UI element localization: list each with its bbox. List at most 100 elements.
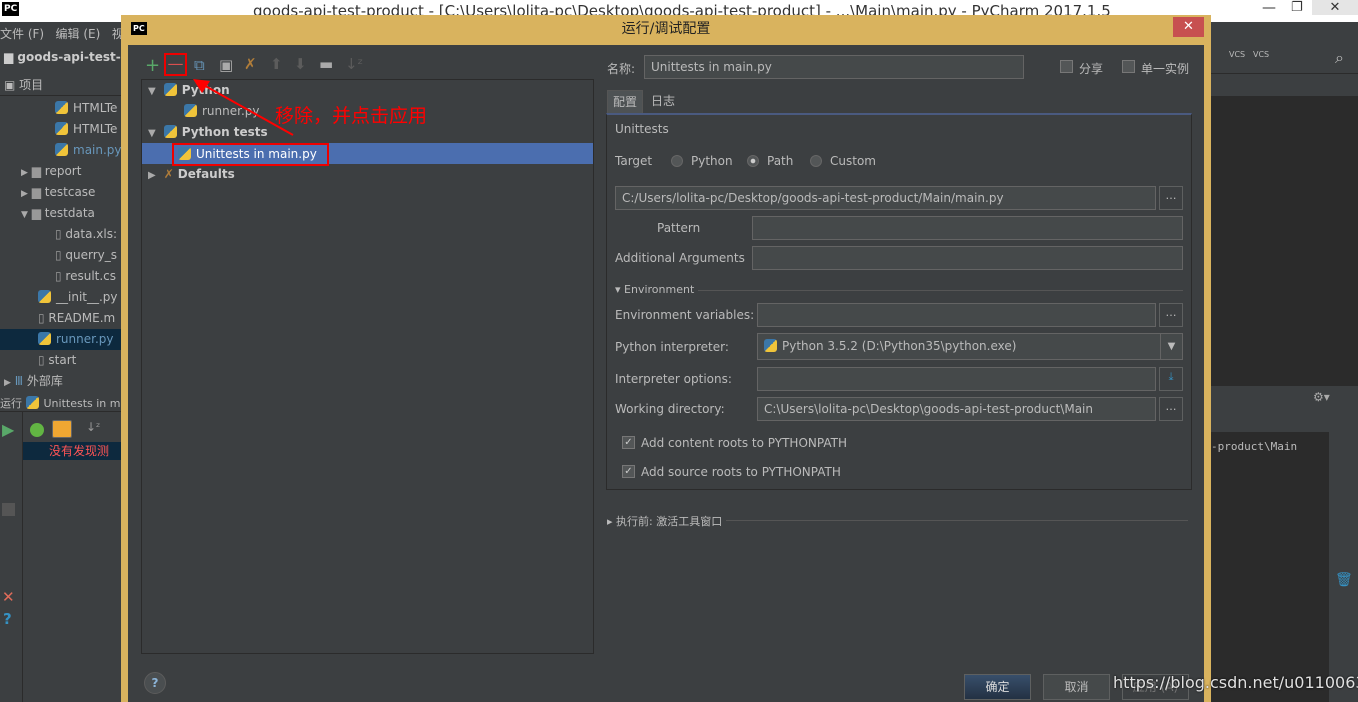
content-roots-label: Add content roots to PYTHONPATH	[641, 436, 847, 450]
environment-toggle[interactable]: ▾ Environment	[615, 283, 694, 296]
project-tab[interactable]: ▣ 项目	[0, 74, 121, 96]
project-tree-item[interactable]: ▯ README.m	[38, 308, 115, 329]
remove-config-icon[interactable]: —	[164, 53, 187, 76]
vcs-update-icon[interactable]: VCS	[1229, 50, 1245, 59]
project-tree-item[interactable]: ▯ querry_s	[55, 245, 117, 266]
pattern-input[interactable]	[752, 216, 1183, 240]
args-input[interactable]	[752, 246, 1183, 270]
annotation-text: 移除，并点击应用	[275, 105, 428, 127]
ok-button[interactable]: 确定	[964, 674, 1031, 700]
move-down-icon[interactable]: ⬇	[294, 55, 307, 73]
sort-alpha-icon[interactable]: ↓ᶻ	[86, 420, 100, 434]
workdir-input[interactable]: C:\Users\lolita-pc\Desktop\goods-api-tes…	[757, 397, 1156, 421]
target-python-radio[interactable]: Python	[671, 154, 733, 168]
menu-view[interactable]: 视	[112, 27, 121, 41]
wrench-icon: ✗	[163, 167, 174, 181]
wrench-icon[interactable]: ✗	[244, 55, 257, 73]
file-icon: ▯	[55, 248, 66, 262]
before-launch-toggle[interactable]: ▸ 执行前: 激活工具窗口	[607, 513, 722, 529]
python-icon	[163, 83, 177, 96]
menu-edit[interactable]: 编辑 (E)	[56, 27, 101, 41]
settings-gear-icon[interactable]: ⚙▾	[1313, 390, 1330, 404]
env-vars-input[interactable]	[757, 303, 1156, 327]
config-tree-item[interactable]: Unittests in main.py	[142, 143, 593, 166]
move-up-icon[interactable]: ⬆	[270, 55, 283, 73]
project-tree-item[interactable]: HTMLTe	[55, 119, 117, 140]
help-run-icon[interactable]: ?	[3, 610, 12, 628]
add-config-icon[interactable]: +	[145, 55, 160, 76]
env-vars-button[interactable]: …	[1159, 303, 1183, 327]
python-icon	[178, 147, 191, 160]
project-tree-item[interactable]: ▯ result.cs	[55, 266, 116, 287]
dropdown-arrow-icon[interactable]: ▼	[1160, 334, 1182, 359]
file-icon: ▯	[55, 269, 66, 283]
expand-arrow-icon[interactable]: ▶	[21, 189, 28, 199]
expand-arrow-icon[interactable]: ▼	[148, 86, 156, 97]
sort-icon[interactable]: ↓ᶻ	[345, 55, 363, 73]
target-path-radio[interactable]: Path	[747, 154, 793, 168]
project-tree-item[interactable]: __init__.py	[38, 287, 118, 308]
project-panel: ▆ goods-api-test-p ▣ 项目 HTMLTe HTMLTe main…	[0, 46, 121, 396]
minimize-button[interactable]: —	[1262, 0, 1276, 16]
copy-config-icon[interactable]: ⧉	[194, 56, 205, 74]
interpreter-select[interactable]: Python 3.5.2 (D:\Python35\python.exe) ▼	[757, 333, 1183, 360]
source-roots-label: Add source roots to PYTHONPATH	[641, 465, 841, 479]
project-tree-item[interactable]: ▼ ▆ testdata	[21, 203, 95, 224]
project-tree-item[interactable]: HTMLTe	[55, 98, 117, 119]
help-button[interactable]: ?	[144, 672, 166, 694]
project-tree-item[interactable]: ▯ data.xls:	[55, 224, 117, 245]
project-tree-item[interactable]: ▶ ▆ report	[21, 161, 81, 182]
vcs-commit-icon[interactable]: VCS	[1253, 50, 1269, 59]
share-label: 分享	[1079, 62, 1104, 76]
watermark: https://blog.csdn.net/u011006335	[1113, 673, 1358, 692]
tab-log[interactable]: 日志	[645, 90, 681, 113]
interp-options-input[interactable]	[757, 367, 1156, 391]
project-name[interactable]: ▆ goods-api-test-p	[4, 50, 121, 64]
expand-options-icon[interactable]: ⤓	[1159, 367, 1183, 391]
search-icon[interactable]: ⌕	[1335, 48, 1344, 68]
show-ignored-icon[interactable]	[52, 420, 72, 438]
workdir-label: Working directory:	[615, 402, 725, 416]
expand-arrow-icon[interactable]: ▶	[21, 168, 28, 178]
single-instance-checkbox[interactable]	[1122, 60, 1135, 73]
browse-workdir-button[interactable]: …	[1159, 397, 1183, 421]
python-file-icon	[55, 122, 68, 135]
config-tree: ▼ Python runner.py ▼ Python tests Unittests i…	[141, 79, 594, 654]
restore-button[interactable]: ❐	[1291, 0, 1303, 15]
project-tree-item[interactable]: ▶ ▆ testcase	[21, 182, 95, 203]
project-tree-item[interactable]: ▶ Ⅲ 外部库	[4, 371, 63, 392]
target-label: Target	[615, 154, 653, 168]
tab-config[interactable]: 配置	[607, 90, 643, 113]
browse-path-button[interactable]: …	[1159, 186, 1183, 210]
project-tree-item[interactable]: runner.py	[0, 329, 121, 350]
share-checkbox[interactable]	[1060, 60, 1073, 73]
config-tree-item[interactable]: ▶ ✗ Defaults	[142, 164, 593, 185]
cancel-button[interactable]: 取消	[1043, 674, 1110, 700]
dialog-close-button[interactable]: ✕	[1173, 17, 1204, 37]
project-tree-item[interactable]: ▯ start	[38, 350, 76, 371]
python-file-icon	[55, 143, 68, 156]
project-tree-item[interactable]: main.py	[55, 140, 121, 161]
name-input[interactable]: Unittests in main.py	[644, 55, 1024, 79]
close-run-icon[interactable]: ✕	[2, 588, 15, 606]
menu-file[interactable]: 文件 (F)	[0, 27, 44, 41]
interp-options-label: Interpreter options:	[615, 372, 732, 386]
save-config-icon[interactable]: ▣	[219, 56, 233, 74]
expand-arrow-icon[interactable]: ▼	[21, 210, 28, 220]
run-icon[interactable]: ▶	[2, 420, 14, 439]
ok-filter-icon[interactable]	[30, 423, 44, 437]
target-custom-radio[interactable]: Custom	[810, 154, 876, 168]
content-roots-checkbox[interactable]: ✓	[622, 436, 635, 449]
source-roots-checkbox[interactable]: ✓	[622, 465, 635, 478]
name-label: 名称:	[607, 62, 636, 76]
expand-arrow-icon[interactable]: ▼	[148, 128, 156, 139]
path-input[interactable]: C:/Users/lolita-pc/Desktop/goods-api-tes…	[615, 186, 1156, 210]
expand-arrow-icon[interactable]: ▶	[4, 378, 11, 388]
stop-icon[interactable]	[2, 503, 15, 516]
folder-icon[interactable]: ▬	[319, 55, 333, 73]
close-window-button[interactable]: ✕	[1312, 0, 1358, 15]
clear-console-icon[interactable]: 🗑	[1335, 572, 1353, 588]
test-result-row[interactable]: 没有发现测	[23, 442, 121, 460]
expand-arrow-icon[interactable]: ▶	[148, 170, 156, 181]
folder-icon: ▆	[31, 185, 45, 199]
